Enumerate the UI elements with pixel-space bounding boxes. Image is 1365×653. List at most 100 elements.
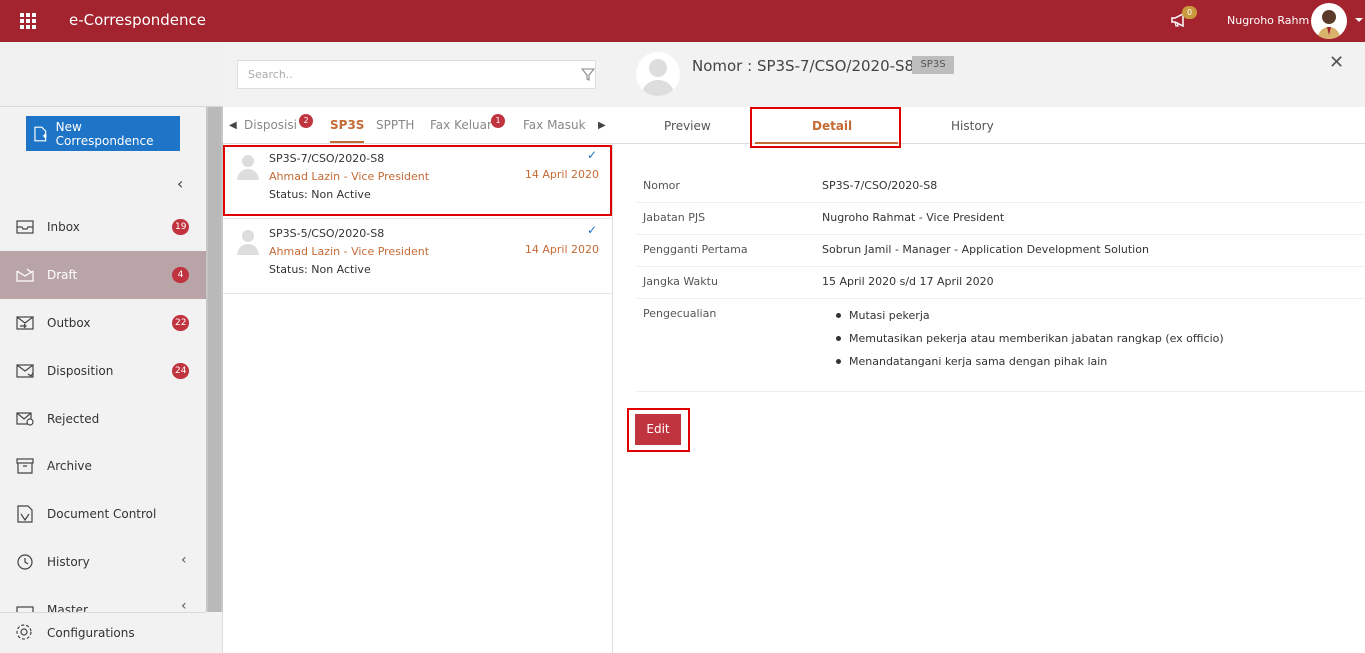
close-icon[interactable]: ✕ bbox=[1329, 52, 1344, 73]
sidebar-item-label: Disposition bbox=[47, 364, 114, 378]
user-name[interactable]: Nugroho Rahm bbox=[1227, 14, 1309, 27]
tab-disposisi[interactable]: Disposisi bbox=[244, 118, 297, 132]
list-item[interactable]: SP3S-5/CSO/2020-S8 Ahmad Lazin - Vice Pr… bbox=[223, 219, 612, 294]
sender-avatar-icon bbox=[237, 155, 259, 180]
inbox-icon bbox=[15, 217, 35, 237]
gear-icon bbox=[15, 623, 35, 643]
history-icon bbox=[15, 552, 35, 572]
tab-scroll-left-icon[interactable]: ◀ bbox=[229, 120, 237, 131]
sidebar-item-label: History bbox=[47, 555, 90, 569]
master-icon bbox=[15, 603, 35, 612]
sidebar-item-document-control[interactable]: Document Control bbox=[0, 490, 206, 538]
sidebar-item-draft[interactable]: Draft 4 bbox=[0, 251, 206, 299]
correspondence-number: SP3S-7/CSO/2020-S8 bbox=[269, 152, 385, 165]
list-item[interactable]: SP3S-7/CSO/2020-S8 Ahmad Lazin - Vice Pr… bbox=[223, 144, 612, 219]
tab-detail[interactable]: Detail bbox=[812, 119, 852, 133]
user-avatar[interactable] bbox=[1311, 3, 1347, 39]
avatar bbox=[636, 52, 680, 96]
correspondence-date: 14 April 2020 bbox=[524, 168, 599, 181]
checkmark-icon: ✓ bbox=[586, 148, 597, 162]
tab-fax-masuk[interactable]: Fax Masuk bbox=[523, 118, 586, 132]
new-correspondence-button[interactable]: New Correspondence bbox=[26, 116, 180, 151]
scrollbar-thumb[interactable] bbox=[208, 107, 221, 612]
detail-tabs: Preview Detail History bbox=[613, 107, 1365, 144]
detail-row-nomor: Nomor SP3S-7/CSO/2020-S8 bbox=[636, 171, 1365, 203]
sidebar-scrollbar[interactable] bbox=[206, 107, 223, 612]
disposition-icon bbox=[15, 361, 35, 381]
detail-row-jabatan: Jabatan PJS Nugroho Rahmat - Vice Presid… bbox=[636, 203, 1365, 235]
document-control-icon bbox=[15, 504, 35, 524]
list-toolbar: Search.. bbox=[223, 42, 613, 107]
sidebar-item-configurations[interactable]: Configurations bbox=[0, 612, 206, 653]
tab-sp3s[interactable]: SP3S bbox=[330, 118, 365, 143]
detail-row-pengecualian: Pengecualian Mutasi pekerja Memutasikan … bbox=[636, 299, 1365, 392]
sidebar-item-history[interactable]: History ‹ bbox=[0, 538, 206, 586]
sidebar-item-label: Draft bbox=[47, 268, 78, 282]
correspondence-sender: Ahmad Lazin - Vice President bbox=[269, 170, 430, 183]
tab-scroll-right-icon[interactable]: ▶ bbox=[598, 120, 606, 131]
archive-icon bbox=[15, 456, 35, 476]
page-title: Nomor : SP3S-7/CSO/2020-S8 bbox=[692, 57, 915, 75]
search-input[interactable]: Search.. bbox=[237, 60, 596, 89]
collapse-sidebar-icon[interactable]: ‹ bbox=[177, 174, 183, 193]
inbox-count-badge: 19 bbox=[172, 219, 190, 235]
checkmark-icon: ✓ bbox=[586, 223, 597, 237]
draft-icon bbox=[15, 265, 35, 285]
sidebar-header bbox=[0, 42, 223, 107]
list-item: Memutasikan pekerja atau memberikan jaba… bbox=[836, 332, 1224, 345]
correspondence-number: SP3S-5/CSO/2020-S8 bbox=[269, 227, 385, 240]
chevron-left-icon[interactable]: ‹ bbox=[181, 552, 187, 568]
row-label: Nomor bbox=[643, 179, 680, 192]
configurations-label: Configurations bbox=[47, 626, 135, 640]
draft-count-badge: 4 bbox=[172, 267, 189, 283]
row-label: Jangka Waktu bbox=[643, 275, 718, 288]
sidebar-item-label: Archive bbox=[47, 459, 92, 473]
user-menu-caret-icon[interactable] bbox=[1355, 18, 1363, 22]
sidebar-item-label: Rejected bbox=[47, 412, 100, 426]
tab-preview[interactable]: Preview bbox=[664, 119, 711, 133]
notification-badge: 0 bbox=[1182, 6, 1197, 19]
correspondence-sender: Ahmad Lazin - Vice President bbox=[269, 245, 430, 258]
disposition-count-badge: 24 bbox=[172, 363, 190, 379]
detail-panel: Nomor : SP3S-7/CSO/2020-S8 SP3S ✕ Previe… bbox=[613, 42, 1365, 653]
detail-row-jangka-waktu: Jangka Waktu 15 April 2020 s/d 17 April … bbox=[636, 267, 1365, 299]
sidebar-item-master[interactable]: Master ‹ bbox=[0, 586, 206, 612]
sidebar-item-inbox[interactable]: Inbox 19 bbox=[0, 203, 206, 251]
list-item: Menandatangani kerja sama dengan pihak l… bbox=[836, 355, 1224, 368]
correspondence-list-panel: Search.. ◀ Disposisi 2 SP3S SPPTH Fax Ke… bbox=[223, 42, 613, 653]
row-value: Nugroho Rahmat - Vice President bbox=[822, 211, 1005, 224]
tab-fax-keluar[interactable]: Fax Keluar bbox=[430, 118, 492, 132]
sidebar-item-label: Outbox bbox=[47, 316, 91, 330]
row-value: SP3S-7/CSO/2020-S8 bbox=[822, 179, 938, 192]
row-value: 15 April 2020 s/d 17 April 2020 bbox=[822, 275, 994, 288]
detail-row-pengganti: Pengganti Pertama Sobrun Jamil - Manager… bbox=[636, 235, 1365, 267]
new-document-icon bbox=[34, 126, 47, 141]
exception-list: Mutasi pekerja Memutasikan pekerja atau … bbox=[836, 309, 1224, 378]
sidebar-item-archive[interactable]: Archive bbox=[0, 442, 206, 490]
sidebar-item-outbox[interactable]: Outbox 22 bbox=[0, 299, 206, 347]
outbox-icon bbox=[15, 313, 35, 333]
correspondence-status: Status: Non Active bbox=[269, 263, 371, 276]
sidebar: New Correspondence ‹ Inbox 19 Draft 4 Ou… bbox=[0, 42, 223, 653]
top-bar: e-Correspondence 0 Nugroho Rahm bbox=[0, 0, 1365, 42]
active-tab-indicator bbox=[755, 142, 898, 144]
disposisi-count-badge: 2 bbox=[299, 114, 313, 128]
row-label: Pengecualian bbox=[643, 307, 717, 320]
correspondence-date: 14 April 2020 bbox=[524, 243, 599, 256]
sender-avatar-icon bbox=[237, 230, 259, 255]
list-item: Mutasi pekerja bbox=[836, 309, 1224, 322]
sidebar-item-disposition[interactable]: Disposition 24 bbox=[0, 347, 206, 395]
row-label: Jabatan PJS bbox=[643, 211, 706, 224]
apps-grid-icon[interactable] bbox=[20, 13, 36, 29]
filter-icon[interactable] bbox=[581, 68, 595, 81]
tab-history[interactable]: History bbox=[951, 119, 994, 133]
detail-header: Nomor : SP3S-7/CSO/2020-S8 SP3S ✕ bbox=[613, 42, 1365, 107]
app-title: e-Correspondence bbox=[69, 11, 207, 29]
tab-sppth[interactable]: SPPTH bbox=[376, 118, 414, 132]
sidebar-item-rejected[interactable]: Rejected bbox=[0, 395, 206, 443]
edit-button[interactable]: Edit bbox=[635, 414, 681, 445]
outbox-count-badge: 22 bbox=[172, 315, 190, 331]
row-label: Pengganti Pertama bbox=[643, 243, 748, 256]
sidebar-item-label: Inbox bbox=[47, 220, 80, 234]
chevron-left-icon[interactable]: ‹ bbox=[181, 598, 187, 612]
